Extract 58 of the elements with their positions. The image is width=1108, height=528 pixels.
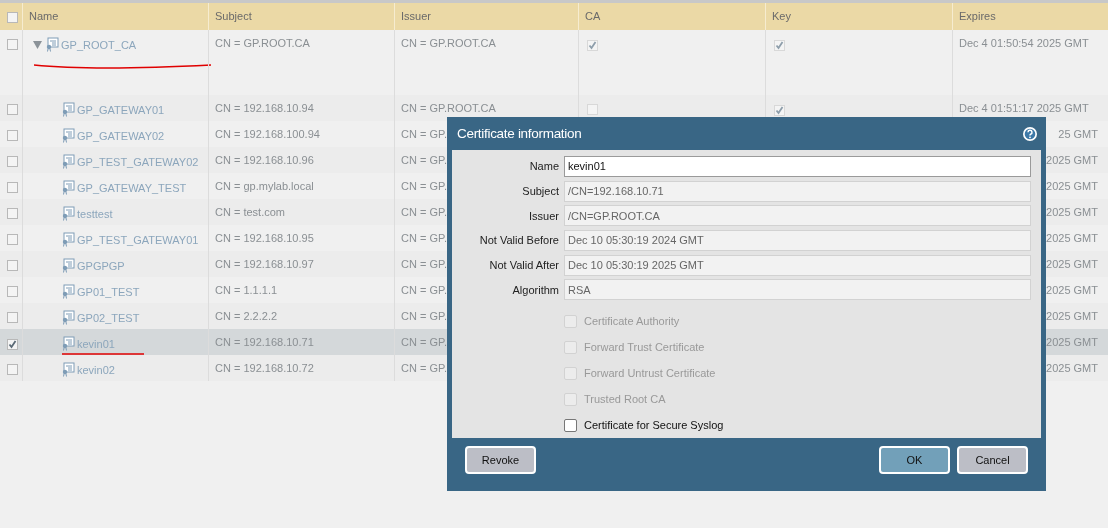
certificate-icon	[61, 232, 75, 247]
certificate-icon	[61, 336, 75, 351]
field-label: Subject	[521, 185, 559, 197]
ca-checkbox[interactable]	[587, 40, 598, 51]
certificate-name[interactable]: GP_GATEWAY01	[77, 104, 165, 117]
row-checkbox[interactable]	[7, 339, 18, 350]
field-label: Not Valid Before	[478, 234, 559, 247]
row-checkbox[interactable]	[7, 312, 18, 323]
subject-cell: CN = 192.168.10.72	[208, 355, 394, 381]
select-all-checkbox[interactable]	[7, 12, 18, 23]
dialog-button[interactable]: OK	[879, 446, 950, 474]
field-label: Issuer	[528, 209, 559, 222]
certificate-name[interactable]: GP_TEST_GATEWAY01	[77, 234, 199, 247]
option-label: Forward Trust Certificate	[584, 341, 705, 354]
row-checkbox[interactable]	[7, 182, 18, 193]
row-checkbox[interactable]	[7, 286, 18, 297]
row-checkbox[interactable]	[7, 39, 18, 50]
certificate-icon	[61, 128, 75, 143]
certificate-icon	[61, 362, 75, 377]
option-label: Forward Untrust Certificate	[584, 367, 716, 380]
certificate-name[interactable]: GP_GATEWAY_TEST	[77, 182, 187, 195]
row-checkbox[interactable]	[7, 156, 18, 167]
key-checkbox[interactable]	[774, 40, 785, 51]
text-field[interactable]: kevin01	[564, 155, 1031, 177]
certificate-name[interactable]: GP_ROOT_CA	[61, 39, 137, 52]
row-checkbox[interactable]	[7, 208, 18, 219]
certificate-name[interactable]: testtest	[77, 208, 113, 221]
row-checkbox[interactable]	[7, 130, 18, 141]
certificate-name[interactable]: GP_TEST_GATEWAY02	[77, 156, 199, 169]
certificate-icon	[61, 154, 75, 169]
dialog-button[interactable]: Revoke	[465, 446, 536, 474]
certificate-icon	[61, 102, 75, 117]
certificate-icon	[61, 284, 75, 299]
key-checkbox[interactable]	[774, 105, 785, 116]
option-label: Certificate Authority	[584, 315, 680, 328]
certificate-icon	[61, 258, 75, 273]
certificate-icon	[61, 310, 75, 325]
certificate-icon	[61, 206, 75, 221]
row-checkbox[interactable]	[7, 260, 18, 271]
row-checkbox[interactable]	[7, 234, 18, 245]
expanded-caret-icon[interactable]	[33, 41, 42, 49]
field-label: Name	[528, 160, 559, 173]
dialog-button[interactable]: Cancel	[957, 446, 1028, 474]
row-checkbox[interactable]	[7, 364, 18, 375]
certificate-name[interactable]: GP02_TEST	[77, 312, 140, 325]
certificate-name[interactable]: kevin02	[77, 364, 115, 377]
help-icon[interactable]	[1022, 125, 1038, 142]
field-label: Not Valid After	[488, 259, 559, 271]
certificate-icon	[45, 37, 59, 52]
certificate-icon	[61, 180, 75, 195]
certificate-name[interactable]: GPGPGP	[77, 260, 125, 273]
option-label: Certificate for Secure Syslog	[584, 419, 724, 432]
row-checkbox[interactable]	[7, 104, 18, 115]
option-label: Trusted Root CA	[584, 393, 666, 406]
certificate-name[interactable]: GP_GATEWAY02	[77, 130, 165, 143]
certificate-name[interactable]: GP01_TEST	[77, 286, 140, 299]
option-checkbox[interactable]	[564, 418, 577, 432]
field-label: Algorithm	[511, 283, 559, 296]
